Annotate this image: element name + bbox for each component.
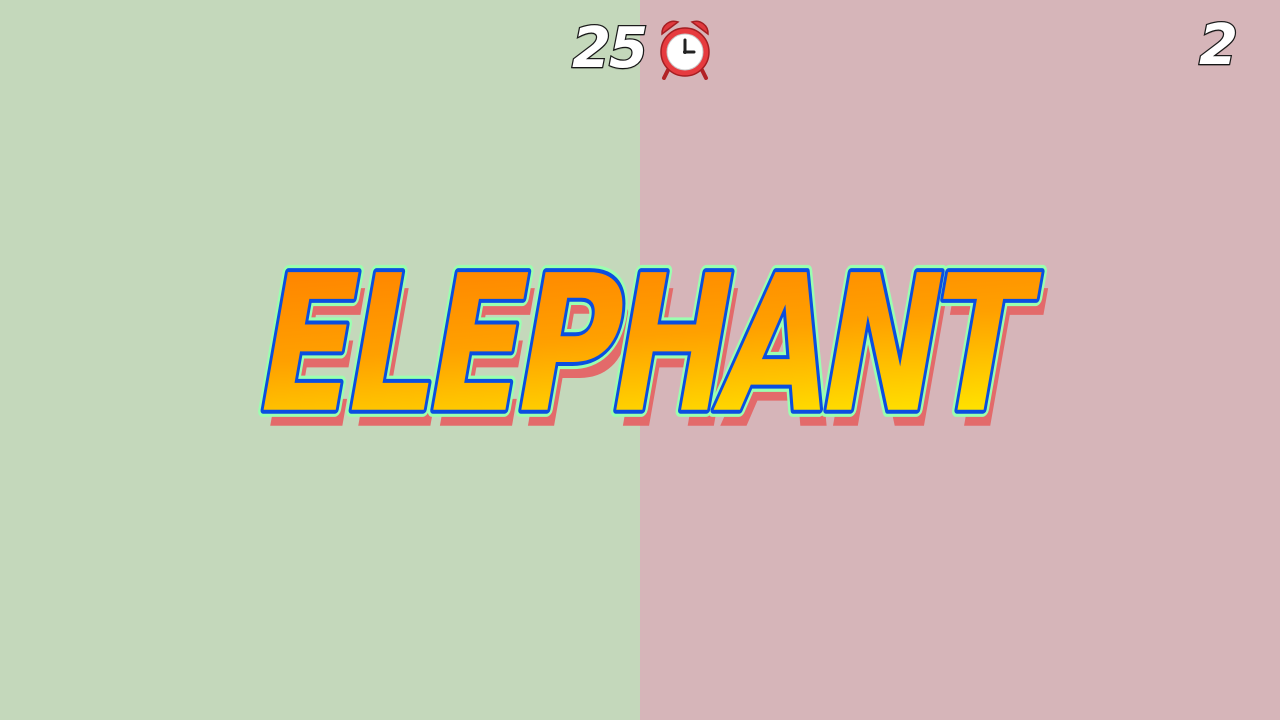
prompt-word-container: ELEPHANT ELEPHANT ELEPHANT ELEPHANT [0, 0, 1280, 720]
prompt-word: ELEPHANT [243, 234, 1049, 455]
timer-value: 25 [571, 16, 649, 81]
alarm-clock-icon [660, 20, 710, 80]
game-stage: ELEPHANT ELEPHANT ELEPHANT ELEPHANT 25 2 [0, 0, 1280, 720]
score-value: 2 [1198, 13, 1239, 78]
timer-display: 25 [571, 16, 714, 82]
prompt-word-graphic: ELEPHANT ELEPHANT ELEPHANT ELEPHANT [237, 228, 1056, 471]
